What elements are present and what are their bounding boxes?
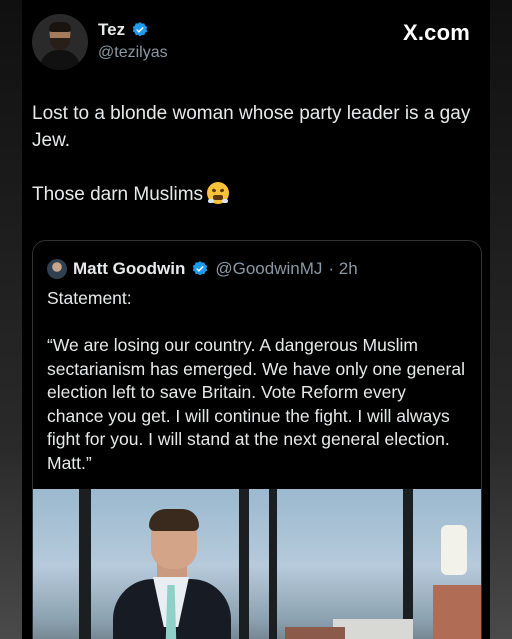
quoted-tweet[interactable]: Matt Goodwin @GoodwinMJ · 2h Statement: …: [32, 240, 482, 639]
tweet-line-1: Lost to a blonde woman whose party leade…: [32, 103, 471, 151]
author-handle[interactable]: @tezilyas: [98, 44, 168, 62]
blurred-side-right: [490, 0, 512, 639]
author-avatar[interactable]: [32, 14, 88, 70]
quoted-text-2: “We are losing our country. A dangerous …: [47, 335, 465, 473]
quoted-tweet-header: Matt Goodwin @GoodwinMJ · 2h: [47, 259, 358, 279]
verified-badge-icon: [132, 22, 148, 37]
quoted-tweet-text: Statement: “We are losing our country. A…: [47, 287, 467, 475]
author-name-row: Tez: [98, 20, 149, 40]
tweet-card: Tez @tezilyas X.com Lost to a blonde wom…: [22, 0, 490, 639]
quoted-author-avatar[interactable]: [47, 259, 67, 279]
tweet-text: Lost to a blonde woman whose party leade…: [32, 100, 482, 208]
author-name[interactable]: Tez: [98, 20, 125, 40]
verified-badge-icon: [193, 261, 208, 276]
quoted-text-1: Statement:: [47, 288, 132, 308]
tweet-line-2: Those darn Muslims: [32, 181, 482, 208]
quoted-author-handle[interactable]: @GoodwinMJ: [215, 259, 322, 279]
brand-logo: X.com: [402, 20, 470, 45]
quoted-author-name[interactable]: Matt Goodwin: [73, 259, 185, 279]
quoted-tweet-photo[interactable]: [33, 489, 481, 639]
tweet-line-2-text: Those darn Muslims: [32, 184, 204, 205]
quoted-timestamp[interactable]: · 2h: [328, 259, 357, 279]
face-with-steam-emoji-icon: [207, 182, 230, 204]
blurred-side-left: [0, 0, 22, 639]
